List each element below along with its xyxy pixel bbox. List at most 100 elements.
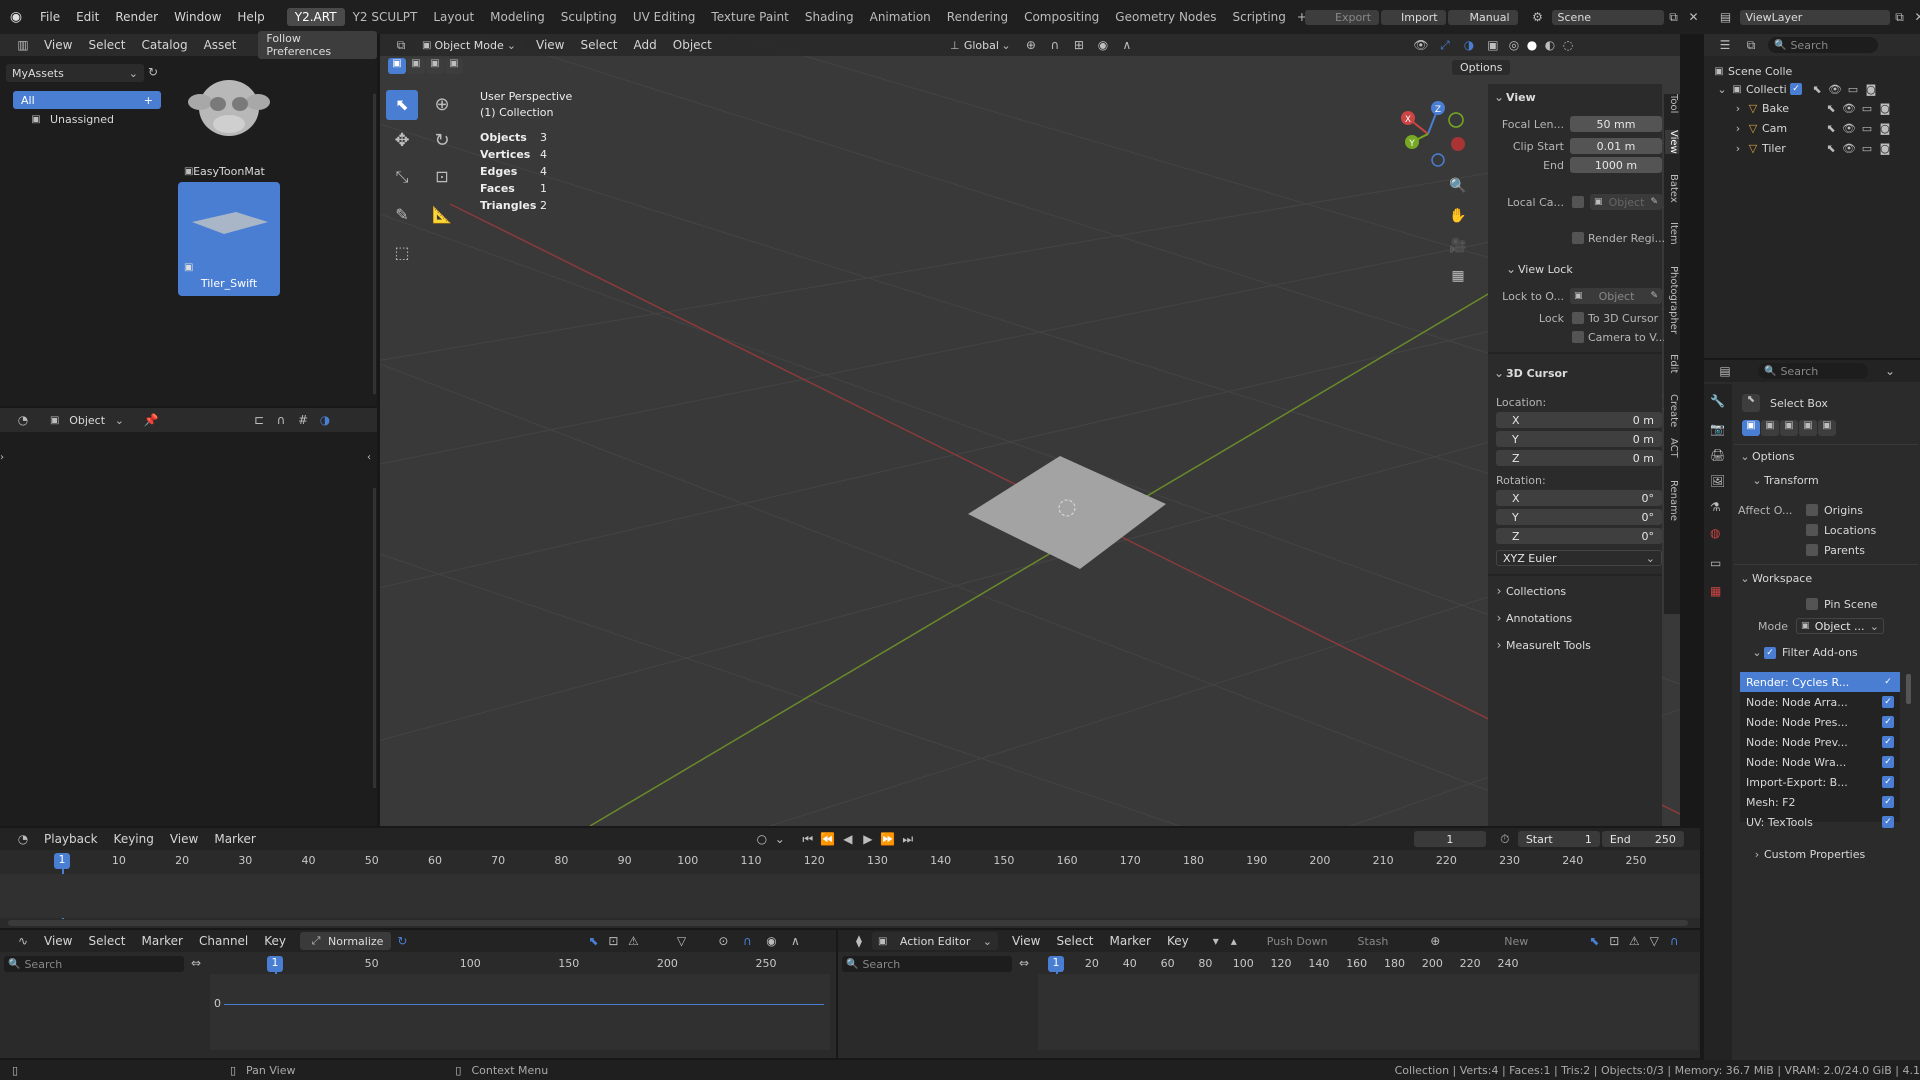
lock-cursor-checkbox[interactable] xyxy=(1572,312,1584,324)
asset-menu-item[interactable]: View xyxy=(36,38,80,52)
viewport-menu-item[interactable]: Add xyxy=(626,38,665,52)
keyframe-type-icon[interactable]: ⌄ xyxy=(772,832,788,846)
monitor-icon[interactable]: ▭ xyxy=(1844,83,1862,96)
annotate-tool-icon[interactable]: ✎ xyxy=(386,200,418,230)
clip-end-field[interactable]: 1000 m xyxy=(1570,157,1662,173)
timeline-menu-item[interactable]: Keying xyxy=(106,832,162,846)
snap-element-icon[interactable]: ⊞ xyxy=(1067,38,1091,52)
locations-checkbox[interactable] xyxy=(1806,524,1818,536)
scene-tab-icon[interactable]: ⚗ xyxy=(1710,500,1721,514)
annotations-header[interactable]: › Annotations xyxy=(1492,611,1572,625)
workspace-tab[interactable]: Geometry Nodes xyxy=(1107,8,1224,26)
eye-icon[interactable]: 👁 xyxy=(1840,102,1858,115)
viewport-menu-item[interactable]: View xyxy=(528,38,572,52)
sidebar-tab-rename[interactable]: Rename xyxy=(1665,480,1679,521)
viewport-menu-item[interactable]: Object xyxy=(665,38,720,52)
workspace-tab[interactable]: Layout xyxy=(425,8,482,26)
texture-tab-icon[interactable]: ▦ xyxy=(1710,584,1721,598)
filter-addons-checkbox[interactable]: ✓ xyxy=(1764,646,1776,659)
editor-type-icon[interactable]: ⧫ xyxy=(846,934,872,948)
falloff-icon[interactable]: ∧ xyxy=(783,934,807,948)
catalog-all[interactable]: All + xyxy=(13,91,161,109)
pivot-icon[interactable]: ⊕ xyxy=(1019,38,1043,52)
playhead-marker[interactable]: 1 xyxy=(54,853,70,869)
viewport-3d[interactable]: ⧉ ▣ Object Mode ⌄ View Select Add Object ⊥ Glo… xyxy=(380,34,1680,826)
rotate-tool-icon[interactable]: ↻ xyxy=(426,126,458,156)
select-new-icon[interactable]: ▣ xyxy=(1742,420,1760,436)
editor-type-icon[interactable]: ▤ xyxy=(1712,364,1738,378)
action-playhead[interactable]: 1 xyxy=(1048,956,1064,972)
proportional-icon[interactable]: ◉ xyxy=(1091,38,1115,52)
chevron-right-icon[interactable]: › xyxy=(1732,102,1744,115)
mode-select[interactable]: ▣ Object ... ⌄ xyxy=(1796,618,1884,634)
snap-icon[interactable]: ∩ xyxy=(1664,934,1684,948)
workspace-tab[interactable]: Compositing xyxy=(1016,8,1107,26)
cursor-tool-icon[interactable]: ⊕ xyxy=(426,90,458,120)
play-reverse-icon[interactable]: ◀ xyxy=(838,832,858,846)
editor-type-icon[interactable]: ∿ xyxy=(10,934,36,948)
pivot-icon[interactable]: ⊙ xyxy=(711,934,735,948)
view-lock-header[interactable]: ⌄ View Lock xyxy=(1504,262,1573,276)
follow-preferences-button[interactable]: Follow Preferences xyxy=(258,31,377,59)
stash-button[interactable]: Stash xyxy=(1358,935,1389,948)
viewlayer-field[interactable]: ViewLayer xyxy=(1739,9,1890,25)
select-intersect-icon[interactable]: ▣ xyxy=(1818,420,1836,436)
mode-select[interactable]: ▣ Object Mode ⌄ xyxy=(416,36,522,54)
graph-menu-item[interactable]: Marker xyxy=(134,934,191,948)
exclude-checkbox[interactable]: ✓ xyxy=(1790,83,1802,95)
workspace-tab[interactable]: Y2 SCULPT xyxy=(345,8,426,26)
eye-icon[interactable]: 👁 xyxy=(1840,122,1858,135)
xray-icon[interactable]: ▣ xyxy=(1481,38,1505,52)
addon-checkbox[interactable]: ✓ xyxy=(1882,776,1894,788)
library-select[interactable]: MyAssets ⌄ xyxy=(6,64,144,82)
pan-hand-icon[interactable]: ✋ xyxy=(1446,208,1470,224)
navigation-gizmo[interactable]: Z X Y xyxy=(1390,94,1470,174)
camera-view-icon[interactable]: 🎥 xyxy=(1446,238,1470,254)
asset-menu-item[interactable]: Catalog xyxy=(133,38,195,52)
asset-menu-item[interactable]: Select xyxy=(80,38,133,52)
monitor-icon[interactable]: ▭ xyxy=(1858,142,1876,155)
scene-collection-row[interactable]: ▣ Scene Colle xyxy=(1710,62,1920,80)
chevron-down-icon[interactable]: ⌄ xyxy=(1880,364,1900,378)
local-camera-checkbox[interactable] xyxy=(1572,196,1584,208)
outliner-search[interactable]: 🔍 Search xyxy=(1768,37,1878,53)
layer-down-icon[interactable]: ▾ xyxy=(1207,934,1225,948)
transform-header[interactable]: ⌄ Transform xyxy=(1750,474,1818,487)
only-errors-icon[interactable]: ⚠ xyxy=(623,934,643,948)
select-arrow-icon[interactable]: ⬉ xyxy=(1822,142,1840,155)
transform-tool-icon[interactable]: ⊡ xyxy=(426,162,458,192)
timeline-menu-item[interactable]: Marker xyxy=(206,832,263,846)
monitor-icon[interactable]: ▭ xyxy=(1858,102,1876,115)
addon-item[interactable]: Render: Cycles R... ✓ xyxy=(1740,672,1900,692)
timeline-track[interactable] xyxy=(0,874,1700,918)
editor-type-icon[interactable]: ◔ xyxy=(10,832,36,846)
jump-start-icon[interactable]: ⏮ xyxy=(798,832,818,847)
menu-render[interactable]: Render xyxy=(107,10,166,24)
camera-to-view-checkbox[interactable] xyxy=(1572,331,1584,343)
action-menu-item[interactable]: Select xyxy=(1048,934,1101,948)
measure-tool-icon[interactable]: 📐 xyxy=(426,200,458,230)
prev-keyframe-icon[interactable]: ⏪ xyxy=(818,832,838,846)
overlay-icon[interactable]: ◑ xyxy=(1457,38,1481,52)
editor-type-icon[interactable]: ▥ xyxy=(10,38,36,52)
snap-target-icon[interactable]: # xyxy=(292,413,314,427)
ortho-grid-icon[interactable]: ▦ xyxy=(1446,268,1470,284)
tool-tab-icon[interactable]: 🔧 xyxy=(1710,394,1725,408)
viewlayer-icon[interactable]: ▤ xyxy=(1712,10,1740,24)
select-intersect-icon[interactable]: ▣ xyxy=(445,58,463,74)
visibility-icon[interactable]: 👁 xyxy=(1409,38,1433,52)
chevron-right-icon[interactable]: › xyxy=(1732,122,1744,135)
sidebar-tab-act[interactable]: ACT xyxy=(1665,438,1679,458)
collection-tab-icon[interactable]: ▭ xyxy=(1710,556,1721,570)
addon-item[interactable]: Node: Node Prev... ✓ xyxy=(1740,732,1900,752)
layer-up-icon[interactable]: ▴ xyxy=(1225,934,1243,948)
addon-checkbox[interactable]: ✓ xyxy=(1882,756,1894,768)
display-mode-icon[interactable]: ⧉ xyxy=(1738,38,1764,53)
camera-render-icon[interactable]: ◙ xyxy=(1876,102,1894,115)
show-hidden-icon[interactable]: ⊡ xyxy=(603,934,623,948)
snap-icon[interactable]: ∩ xyxy=(735,934,759,948)
addon-item[interactable]: Node: Node Arra... ✓ xyxy=(1740,692,1900,712)
eye-icon[interactable]: 👁 xyxy=(1840,142,1858,155)
catalog-add-icon[interactable]: + xyxy=(144,94,153,107)
workspace-tab[interactable]: Scripting xyxy=(1225,8,1294,26)
